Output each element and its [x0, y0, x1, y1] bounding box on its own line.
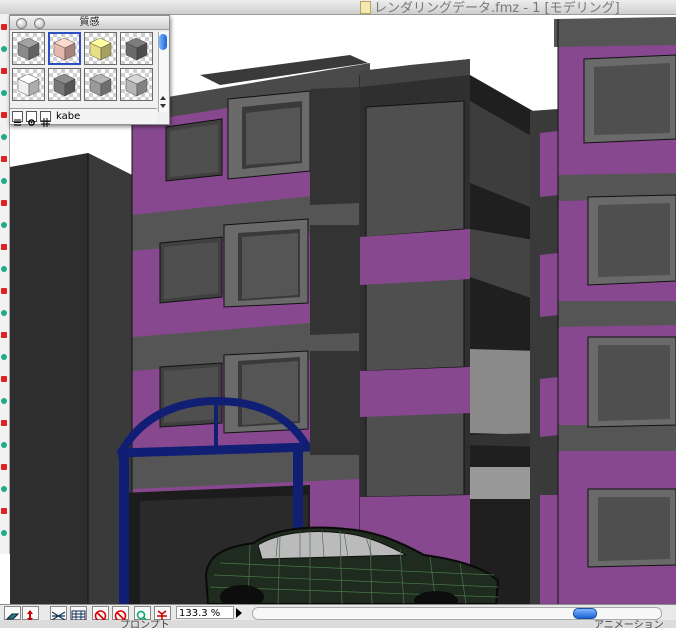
cube-preview-icon: [89, 37, 112, 61]
scroll-down-icon[interactable]: [160, 104, 166, 108]
palette-bottom-bar: kabe: [10, 108, 157, 127]
tool-mark-icon[interactable]: [1, 156, 7, 162]
gear-icon[interactable]: [26, 111, 37, 126]
material-swatch-pink-cube[interactable]: [48, 32, 81, 65]
tool-mark-icon[interactable]: [1, 398, 7, 404]
material-swatch-yellow-cube[interactable]: [84, 32, 117, 65]
tool-mark-icon[interactable]: [1, 376, 7, 382]
center-tower: [360, 59, 470, 604]
list-icon[interactable]: [12, 111, 23, 126]
zoom-menu-arrow-icon[interactable]: [236, 608, 242, 618]
tool-mark-icon[interactable]: [1, 90, 7, 96]
horizontal-scroll-thumb[interactable]: [573, 608, 597, 619]
cube-preview-icon: [125, 37, 148, 61]
cube-preview-icon: [17, 37, 40, 61]
tool-mark-icon[interactable]: [1, 244, 7, 250]
prompt-label[interactable]: プロンプト: [120, 620, 170, 628]
tool-mark-icon[interactable]: [1, 310, 7, 316]
tool-mark-icon[interactable]: [1, 24, 7, 30]
view-plane-icon[interactable]: [4, 606, 21, 620]
material-swatch-grid: [12, 32, 155, 104]
zoom-level[interactable]: 133.3 %: [176, 606, 234, 619]
cube-preview-icon: [89, 73, 112, 97]
table-icon[interactable]: [70, 606, 87, 622]
axis-arrows-icon[interactable]: [22, 606, 39, 622]
tool-mark-icon[interactable]: [1, 420, 7, 426]
tool-mark-icon[interactable]: [1, 442, 7, 448]
bottom-window-strip: プロンプト アニメーション: [0, 620, 676, 628]
tool-mark-icon[interactable]: [1, 332, 7, 338]
magnifier-icon[interactable]: [134, 606, 151, 622]
tool-mark-icon[interactable]: [1, 508, 7, 514]
animation-label[interactable]: アニメーション: [594, 620, 664, 628]
material-name-field[interactable]: kabe: [54, 110, 154, 123]
tool-mark-icon[interactable]: [1, 112, 7, 118]
tool-mark-icon[interactable]: [1, 46, 7, 52]
cube-preview-icon: [53, 37, 76, 61]
cube-preview-icon: [53, 73, 76, 97]
tool-mark-icon[interactable]: [1, 200, 7, 206]
palette-scrollbar[interactable]: [158, 32, 168, 112]
cube-preview-icon: [17, 73, 40, 97]
tool-mark-icon[interactable]: [1, 530, 7, 536]
tool-mark-icon[interactable]: [1, 178, 7, 184]
tool-mark-icon[interactable]: [1, 68, 7, 74]
material-swatch-white-cube[interactable]: [12, 68, 45, 101]
tool-mark-icon[interactable]: [1, 354, 7, 360]
material-swatch-dark-gray-cube[interactable]: [120, 32, 153, 65]
axis-icon[interactable]: [154, 606, 171, 621]
balcony-recess: [470, 75, 540, 604]
grid-toggle-icon[interactable]: [50, 606, 67, 621]
no-entry-icon[interactable]: [92, 606, 109, 622]
material-palette-window[interactable]: 質感 kabe: [9, 15, 170, 127]
status-bar: 133.3 %: [0, 604, 676, 622]
main-window-title: レンダリングデータ.fmz - 1 [モデリング]: [374, 1, 620, 16]
modeling-app: レンダリングデータ.fmz - 1 [モデリング] 133.3 % プロンプト …: [0, 0, 676, 628]
main-window-titlebar[interactable]: レンダリングデータ.fmz - 1 [モデリング]: [0, 0, 676, 16]
material-swatch-stone-cube[interactable]: [48, 68, 81, 101]
left-building: [10, 153, 132, 604]
no-entry-icon[interactable]: [112, 606, 129, 622]
palette-scroll-thumb[interactable]: [159, 34, 167, 50]
tool-mark-icon[interactable]: [1, 464, 7, 470]
tool-mark-icon[interactable]: [1, 134, 7, 140]
material-swatch-mid-gray-cube[interactable]: [84, 68, 117, 101]
tool-mark-icon[interactable]: [1, 222, 7, 228]
scroll-up-icon[interactable]: [160, 96, 166, 100]
cube-preview-icon: [125, 73, 148, 97]
material-swatch-gray-cube[interactable]: [12, 32, 45, 65]
horizontal-scrollbar[interactable]: [252, 607, 662, 620]
tool-mark-icon[interactable]: [1, 266, 7, 272]
material-swatch-light-gray-cube[interactable]: [120, 68, 153, 101]
tool-mark-icon[interactable]: [1, 486, 7, 492]
tool-mark-icon[interactable]: [1, 288, 7, 294]
palette-title: 質感: [79, 17, 100, 28]
grid-icon[interactable]: [40, 111, 51, 127]
palette-titlebar[interactable]: 質感: [10, 16, 169, 30]
document-icon: [360, 1, 371, 14]
